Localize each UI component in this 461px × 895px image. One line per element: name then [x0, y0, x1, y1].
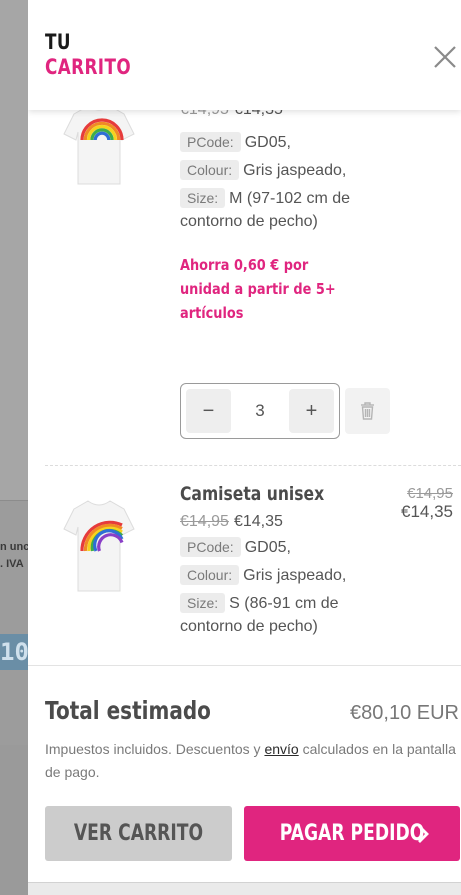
item-attr-size: Size: M (97-102 cm de contorno de pecho) [180, 188, 351, 230]
close-button[interactable] [432, 44, 458, 70]
close-icon [434, 46, 456, 68]
backdrop-number: 10 [0, 634, 28, 670]
bottom-strip [28, 882, 461, 895]
cart-drawer: €14,95€14,35 PCode:GD05, Colour:Gris jas… [28, 0, 461, 895]
drawer-title: TU CARRITO [45, 30, 131, 79]
old-price: €14,95 [180, 513, 229, 530]
current-price: €14,35 [233, 513, 283, 530]
product-image[interactable] [54, 487, 144, 597]
line-total-old: €14,95 [407, 485, 453, 502]
view-cart-button[interactable]: VER CARRITO [45, 806, 232, 861]
quantity-value[interactable]: 3 [231, 384, 289, 438]
remove-item-button[interactable] [345, 388, 390, 434]
item-divider [45, 465, 461, 466]
total-value: €80,10 EUR [350, 702, 459, 724]
item-attr-pcode: PCode: GD05, [180, 131, 380, 154]
checkout-label: PAGAR PEDIDO [279, 821, 425, 846]
backdrop-text-1: n unc [0, 541, 28, 553]
product-name[interactable]: Camiseta unisex [180, 483, 344, 505]
item-attr-colour: Colour: Gris jaspeado, [180, 564, 380, 587]
quantity-stepper: − 3 + [180, 383, 340, 439]
line-total-current: €14,35 [401, 502, 453, 521]
page-backdrop: n unc . IVA 10 [0, 0, 28, 895]
total-label: Total estimado [45, 696, 211, 725]
item-attr-pcode: PCode: GD05, [180, 536, 380, 559]
tax-note: Impuestos incluidos. Descuentos y envío … [45, 741, 456, 780]
item-attr-colour: Colour: Gris jaspeado, [180, 159, 380, 182]
item-attr-size: Size: S (86-91 cm de contorno de pecho) [180, 593, 339, 635]
drawer-header: TU CARRITO [28, 0, 461, 110]
trash-icon [361, 402, 374, 420]
item-price: €14,95€14,35 [180, 513, 380, 531]
shipping-link[interactable]: envío [264, 741, 298, 757]
checkout-button[interactable]: PAGAR PEDIDO [244, 806, 460, 861]
decrease-qty-button[interactable]: − [186, 389, 231, 433]
increase-qty-button[interactable]: + [289, 389, 334, 433]
chevron-right-icon [418, 825, 429, 843]
cart-footer: Total estimado €80,10 EUR Impuestos incl… [28, 665, 461, 895]
line-total: €14,95 €14,35 [401, 485, 453, 522]
backdrop-text-2: . IVA [0, 558, 24, 570]
bulk-saving-note: Ahorra 0,60 € por unidad a partir de 5+ … [180, 256, 336, 322]
